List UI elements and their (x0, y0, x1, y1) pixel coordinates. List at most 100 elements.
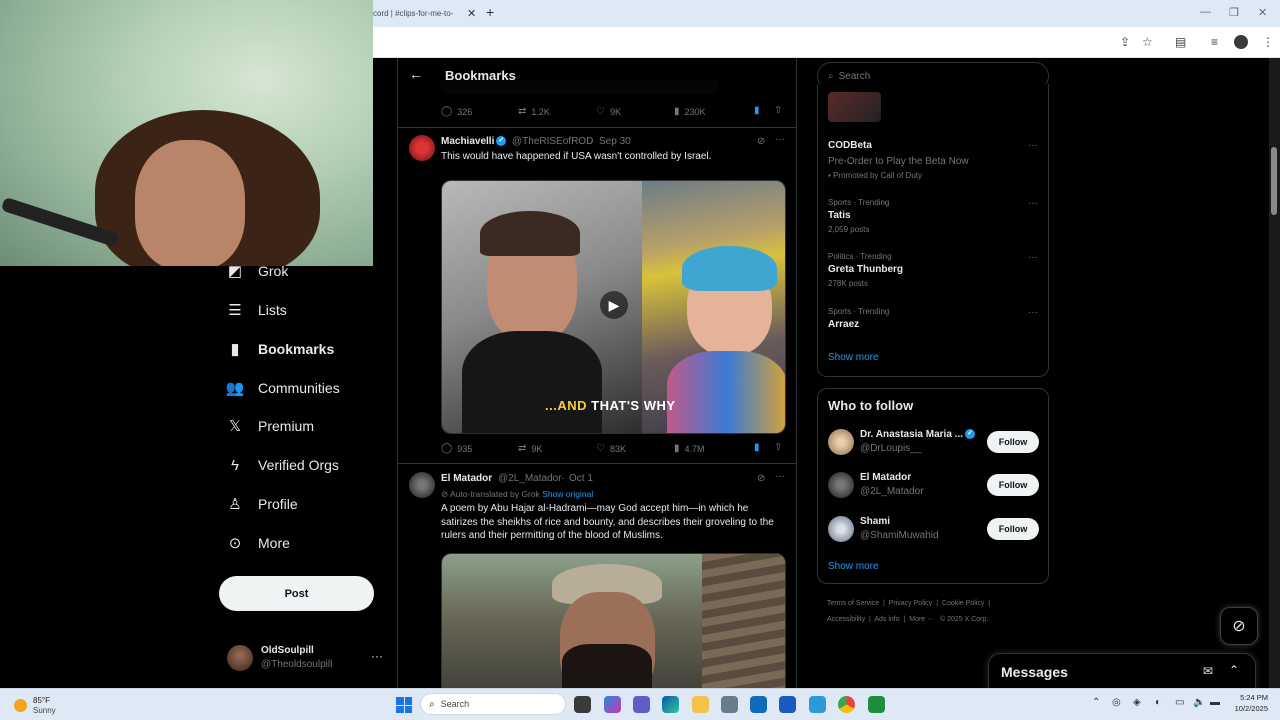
show-original-link[interactable]: Show original (542, 489, 593, 499)
taskbar-clock[interactable]: 5:24 PM 10/2/2025 (1228, 692, 1268, 714)
avatar[interactable] (409, 135, 435, 161)
kebab-menu-icon[interactable]: ⋮ (1262, 35, 1274, 49)
display-icon[interactable]: ▭ (1175, 697, 1184, 708)
more-dots-icon[interactable]: ··· (1028, 307, 1038, 318)
show-more-link[interactable]: Show more (828, 352, 879, 363)
app-icon[interactable] (868, 696, 885, 713)
nav-item-more[interactable]: ⊙ More (225, 528, 290, 558)
views-button[interactable]: ▮ 4.7M (674, 443, 705, 454)
back-arrow-icon[interactable]: ← (409, 66, 423, 82)
chrome-icon[interactable] (838, 696, 855, 713)
nav-item-grok[interactable]: ◩ Grok (225, 256, 288, 286)
follow-suggestion[interactable]: Shami @ShamiMuwahid Follow (828, 514, 1040, 544)
show-more-link[interactable]: Show more (828, 561, 879, 572)
tweet-author-name[interactable]: Machiavelli ✓ (441, 136, 508, 147)
plus-icon[interactable]: + (486, 4, 494, 20)
footer-link-more[interactable]: More ··· (909, 616, 934, 623)
nav-item-verified-orgs[interactable]: ϟ Verified Orgs (225, 450, 339, 480)
footer-link-privacy[interactable]: Privacy Policy (889, 600, 933, 607)
browser-tab[interactable]: cord | #clips-for-me-to- ✕ (373, 0, 501, 27)
bookmark-button[interactable]: ▮ (754, 442, 765, 453)
reply-button[interactable]: ◯ 326 (441, 106, 472, 117)
calculator-icon[interactable] (721, 696, 738, 713)
more-dots-icon[interactable]: ··· (1028, 252, 1038, 263)
grok-explain-icon[interactable]: ⊘ (757, 136, 765, 147)
tweet-author-handle[interactable]: @2L_Matador (498, 473, 562, 484)
follow-button[interactable]: Follow (987, 474, 1039, 496)
tray-app-icon[interactable]: ◎ (1112, 697, 1121, 708)
word-icon[interactable] (779, 696, 796, 713)
messages-drawer[interactable]: Messages ✉ ⌃ (988, 653, 1256, 689)
install-app-icon[interactable]: ⇪ (1120, 35, 1130, 49)
share-button[interactable]: ⇧ (774, 105, 787, 116)
follow-button[interactable]: Follow (987, 431, 1039, 453)
nav-item-lists[interactable]: ☰ Lists (225, 295, 287, 325)
promoted-item[interactable]: CODBeta Pre-Order to Play the Beta Now ▪… (828, 140, 1038, 180)
windows-start-icon[interactable] (396, 697, 412, 713)
promoted-thumbnail[interactable] (828, 92, 881, 122)
taskbar-search[interactable]: ⌕ Search (420, 693, 566, 715)
follow-button[interactable]: Follow (987, 518, 1039, 540)
play-icon[interactable]: ▶ (600, 291, 628, 319)
post-button[interactable]: Post (219, 576, 374, 611)
browser-profile-avatar[interactable] (1234, 35, 1248, 49)
trend-item[interactable]: Sports · Trending Tatis 2,059 posts ··· (828, 198, 1038, 234)
close-icon[interactable]: ✕ (467, 7, 476, 20)
side-panel-icon[interactable]: ▤ (1175, 35, 1186, 49)
more-dots-icon[interactable]: ··· (371, 649, 383, 663)
tweet-video[interactable] (441, 553, 786, 688)
minimize-icon[interactable]: — (1200, 6, 1211, 18)
more-dots-icon[interactable]: ··· (775, 134, 785, 145)
trend-item[interactable]: Sports · Trending Arraez ··· (828, 307, 1038, 330)
battery-icon[interactable]: ▬ (1210, 697, 1220, 708)
star-icon[interactable]: ☆ (1142, 35, 1153, 49)
more-dots-icon[interactable]: ··· (775, 471, 785, 482)
footer-link-accessibility[interactable]: Accessibility (827, 616, 865, 623)
repost-button[interactable]: ⇄ 9K (518, 443, 542, 454)
edge-icon[interactable] (662, 696, 679, 713)
footer-link-ads[interactable]: Ads info (874, 616, 899, 623)
tweet-author-name[interactable]: El Matador (441, 473, 492, 484)
follow-suggestion[interactable]: Dr. Anastasia Maria ... ✓ @DrLoupis__ Fol… (828, 427, 1040, 457)
like-button[interactable]: ♡ 83K (596, 443, 626, 454)
file-explorer-icon[interactable] (692, 696, 709, 713)
tray-app-icon[interactable]: ◐ (1155, 697, 1161, 708)
tweet-video[interactable]: ▶ ...AND THAT'S WHY (441, 180, 786, 434)
reply-button[interactable]: ◯ 935 (441, 443, 472, 454)
footer-link-cookie[interactable]: Cookie Policy (942, 600, 984, 607)
account-switcher[interactable]: OldSoulpill @Theoldsoulpill ··· (227, 643, 387, 675)
footer-link-terms[interactable]: Terms of Service (827, 600, 879, 607)
trend-item[interactable]: Politics · Trending Greta Thunberg 278K … (828, 252, 1038, 288)
grok-floating-button[interactable]: ⊘ (1220, 607, 1258, 645)
tray-app-icon[interactable]: ◈ (1133, 697, 1141, 708)
like-button[interactable]: ♡ 9K (596, 106, 621, 117)
nav-item-premium[interactable]: 𝕏 Premium (225, 411, 314, 441)
follow-suggestion[interactable]: El Matador @2L_Matador Follow (828, 470, 1040, 500)
nav-item-profile[interactable]: ♙ Profile (225, 489, 297, 519)
weather-widget[interactable]: 85°F Sunny (12, 694, 92, 716)
bookmark-button[interactable]: ▮ (754, 105, 765, 116)
nav-item-bookmarks[interactable]: ▮ Bookmarks (225, 334, 334, 364)
scrollbar-thumb[interactable] (1271, 147, 1277, 215)
teams-icon[interactable] (633, 696, 650, 713)
tweet-date[interactable]: Oct 1 (569, 473, 593, 484)
more-dots-icon[interactable]: ··· (1028, 140, 1038, 151)
expand-icon[interactable]: ⌃ (1229, 663, 1239, 677)
repost-button[interactable]: ⇄ 1.2K (518, 106, 550, 117)
restore-icon[interactable]: ❐ (1229, 6, 1239, 19)
avatar[interactable] (409, 472, 435, 498)
window-close-icon[interactable]: ✕ (1258, 6, 1267, 19)
chevron-up-icon[interactable]: ⌃ (1092, 697, 1100, 708)
tweet-author-handle[interactable]: @TheRISEofROD (512, 136, 593, 147)
copilot-icon[interactable] (604, 696, 621, 713)
volume-icon[interactable]: 🔈 (1193, 697, 1205, 708)
tweet-date[interactable]: Sep 30 (599, 136, 631, 147)
grok-explain-icon[interactable]: ⊘ (757, 473, 765, 484)
more-dots-icon[interactable]: ··· (1028, 198, 1038, 209)
media-control-icon[interactable]: ≡ (1211, 35, 1218, 49)
nav-item-communities[interactable]: 👥 Communities (225, 373, 340, 403)
views-button[interactable]: ▮ 230K (674, 106, 706, 117)
outlook-icon[interactable] (750, 696, 767, 713)
snipping-tool-icon[interactable] (809, 696, 826, 713)
task-view-icon[interactable] (574, 696, 591, 713)
